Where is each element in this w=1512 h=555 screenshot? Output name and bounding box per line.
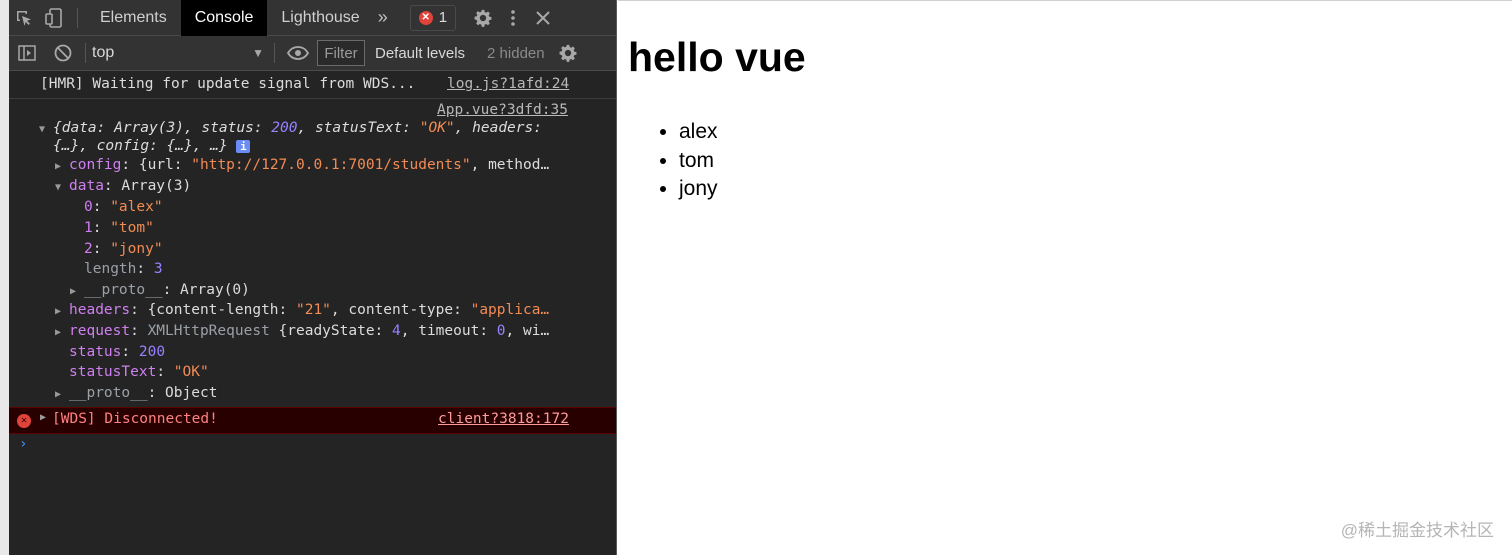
- sidebar-toggle-icon[interactable]: [9, 35, 45, 71]
- toolbar-divider: [77, 7, 78, 28]
- response-summary-line1[interactable]: ▼ {data: Array(3), status: 200, statusTex…: [39, 120, 609, 136]
- page-title: hello vue: [628, 34, 806, 80]
- collapsed-triangle-icon: ▶: [55, 161, 62, 172]
- data-item: 0: "alex": [84, 199, 163, 215]
- tab-elements[interactable]: Elements: [86, 0, 181, 36]
- error-message-row[interactable]: ✕ ▶ [WDS] Disconnected! client?3818:172: [9, 407, 616, 434]
- array-proto-property[interactable]: ▶ __proto__: Array(0): [70, 282, 250, 298]
- config-property[interactable]: ▶ config: {url: "http://127.0.0.1:7001/st…: [55, 157, 615, 173]
- console-prompt-icon[interactable]: ›: [19, 436, 27, 452]
- error-icon: ✕: [17, 414, 31, 428]
- caret-down-icon: ▼: [252, 46, 264, 60]
- error-count: 1: [438, 9, 448, 26]
- toolbar-divider: [85, 43, 86, 63]
- panel-resize-edge[interactable]: [0, 0, 9, 555]
- error-count-badge[interactable]: ✕ 1: [409, 4, 457, 31]
- expanded-triangle-icon: ▼: [55, 182, 62, 193]
- filter-input[interactable]: Filter: [317, 40, 365, 66]
- status-property: status: 200: [69, 344, 166, 360]
- student-list-item: tom: [679, 147, 718, 176]
- statustext-property: statusText: "OK": [69, 364, 209, 380]
- hmr-source-link[interactable]: log.js?1afd:24: [447, 76, 569, 92]
- object-proto-property[interactable]: ▶ __proto__: Object: [55, 385, 217, 401]
- page-viewport: hello vue alex tom jony @稀土掘金技术社区: [618, 0, 1512, 555]
- collapsed-triangle-icon: ▶: [70, 286, 77, 297]
- console-output: [HMR] Waiting for update signal from WDS…: [9, 71, 616, 555]
- student-list-item: alex: [679, 118, 718, 147]
- eye-icon[interactable]: [281, 35, 315, 71]
- device-toolbar-icon[interactable]: [39, 0, 69, 36]
- toolbar-divider: [274, 43, 275, 63]
- hidden-messages-count: 2 hidden: [487, 44, 545, 62]
- more-options-icon[interactable]: [498, 0, 528, 36]
- gear-icon[interactable]: [468, 0, 498, 36]
- console-settings-gear-icon[interactable]: [553, 35, 583, 71]
- request-property[interactable]: ▶ request: XMLHttpRequest {readyState: 4,…: [55, 323, 615, 339]
- data-property[interactable]: ▼ data: Array(3): [55, 178, 191, 194]
- log-source-link[interactable]: App.vue?3dfd:35: [437, 102, 568, 118]
- info-icon[interactable]: i: [236, 140, 251, 153]
- message-divider: [9, 98, 616, 99]
- error-icon: ✕: [418, 10, 433, 25]
- response-summary-line2: {…}, config: {…}, …} i: [53, 138, 251, 154]
- close-icon[interactable]: [528, 0, 558, 36]
- collapsed-triangle-icon: ▶: [55, 327, 62, 338]
- context-select[interactable]: top ▼: [92, 36, 274, 71]
- data-item: 2: "jony": [84, 241, 163, 257]
- expanded-triangle-icon: ▼: [39, 124, 46, 135]
- error-text: [WDS] Disconnected!: [52, 411, 218, 427]
- watermark: @稀土掘金技术社区: [1340, 521, 1494, 540]
- student-list: alex tom jony: [679, 118, 718, 204]
- clear-console-icon[interactable]: [45, 35, 81, 71]
- student-list-item: jony: [679, 175, 718, 204]
- collapsed-triangle-icon: ▶: [55, 306, 62, 317]
- length-property: length: 3: [84, 261, 163, 277]
- headers-property[interactable]: ▶ headers: {content-length: "21", content…: [55, 302, 615, 318]
- collapsed-triangle-icon: ▶: [55, 389, 62, 400]
- error-source-link[interactable]: client?3818:172: [438, 411, 569, 427]
- data-item: 1: "tom": [84, 220, 154, 236]
- inspect-element-icon[interactable]: [9, 0, 39, 36]
- console-toolbar: top ▼ Filter Default levels 2 hidden: [9, 36, 616, 71]
- tab-lighthouse[interactable]: Lighthouse: [267, 0, 373, 36]
- devtools-panel: Elements Console Lighthouse » ✕ 1 top ▼: [0, 0, 617, 555]
- double-chevron-icon[interactable]: »: [374, 7, 398, 28]
- log-levels-dropdown[interactable]: Default levels: [375, 45, 465, 62]
- context-value: top: [92, 44, 115, 61]
- devtools-tab-bar: Elements Console Lighthouse » ✕ 1: [9, 0, 616, 36]
- hmr-message: [HMR] Waiting for update signal from WDS…: [40, 76, 416, 92]
- tab-console[interactable]: Console: [180, 0, 268, 36]
- collapsed-triangle-icon: ▶: [40, 412, 47, 423]
